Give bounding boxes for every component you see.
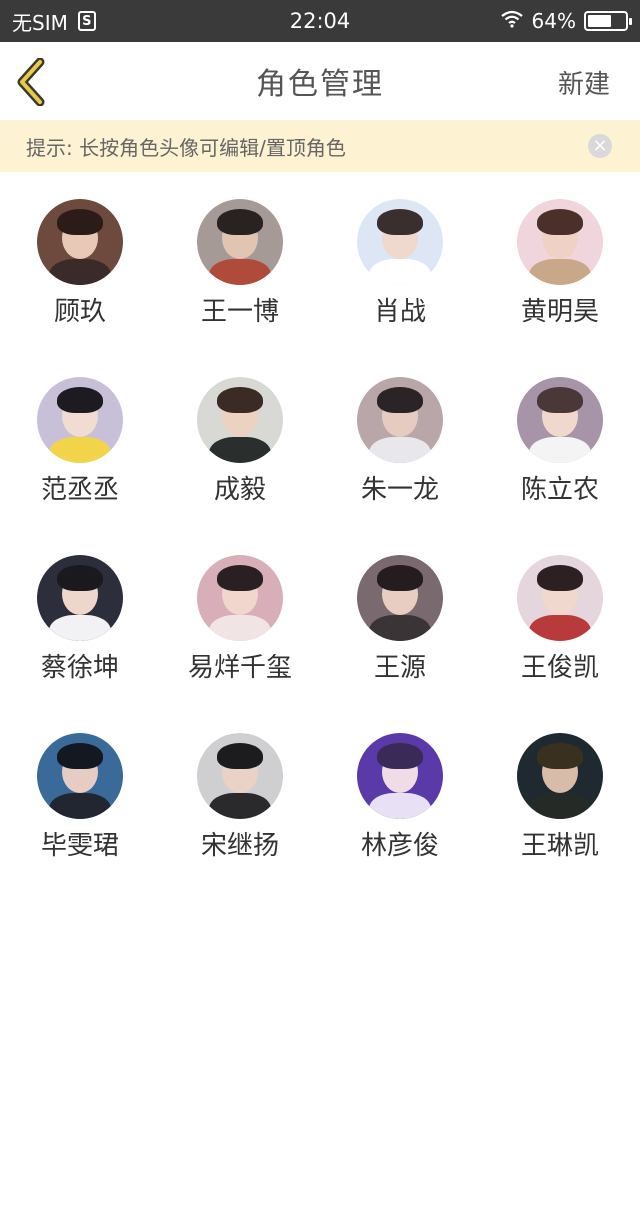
role-item[interactable]: 林彦俊 [320, 706, 480, 876]
role-name: 蔡徐坤 [40, 653, 119, 683]
avatar-hair [377, 387, 423, 413]
avatar[interactable] [37, 733, 123, 819]
role-item[interactable]: 肖战 [320, 172, 480, 342]
battery-icon [584, 11, 632, 31]
role-item[interactable]: 毕雯珺 [0, 706, 160, 876]
role-name: 毕雯珺 [40, 831, 119, 861]
avatar[interactable] [197, 199, 283, 285]
avatar-body [529, 259, 591, 285]
avatar-hair [537, 387, 583, 413]
wifi-icon [500, 9, 524, 33]
avatar-hair [377, 209, 423, 235]
avatar[interactable] [357, 199, 443, 285]
avatar[interactable] [197, 377, 283, 463]
role-item[interactable]: 王一博 [160, 172, 320, 342]
role-name: 范丞丞 [40, 475, 119, 505]
role-name: 顾玖 [53, 297, 106, 327]
avatar-body [369, 437, 431, 463]
new-role-button[interactable]: 新建 [558, 64, 610, 101]
role-name: 肖战 [373, 297, 426, 327]
avatar-hair [57, 209, 103, 235]
avatar-hair [537, 743, 583, 769]
tip-banner: 提示: 长按角色头像可编辑/置顶角色 × [0, 120, 640, 172]
avatar[interactable] [357, 377, 443, 463]
close-icon[interactable]: × [588, 134, 612, 158]
role-item[interactable]: 王俊凯 [480, 528, 640, 698]
back-button[interactable] [14, 57, 54, 107]
role-name: 王俊凯 [520, 653, 599, 683]
avatar[interactable] [197, 733, 283, 819]
role-item[interactable]: 陈立农 [480, 350, 640, 520]
avatar-hair [57, 387, 103, 413]
avatar-body [209, 615, 271, 641]
sim-icon: S [77, 11, 96, 31]
avatar[interactable] [37, 555, 123, 641]
avatar[interactable] [517, 555, 603, 641]
role-name: 成毅 [213, 475, 266, 505]
avatar-body [529, 793, 591, 819]
avatar[interactable] [517, 377, 603, 463]
role-name: 宋继扬 [200, 831, 279, 861]
avatar[interactable] [517, 733, 603, 819]
avatar-hair [217, 565, 263, 591]
avatar-hair [217, 209, 263, 235]
avatar-body [369, 793, 431, 819]
role-name: 王源 [373, 653, 426, 683]
avatar-body [49, 437, 111, 463]
tip-text: 提示: 长按角色头像可编辑/置顶角色 [26, 135, 346, 160]
avatar-body [369, 259, 431, 285]
avatar-body [529, 615, 591, 641]
avatar-body [369, 615, 431, 641]
avatar[interactable] [357, 733, 443, 819]
avatar-body [209, 259, 271, 285]
role-name: 王一博 [200, 297, 279, 327]
status-bar: 无SIM S 22:04 64% [0, 0, 640, 42]
role-name: 朱一龙 [360, 475, 439, 505]
avatar[interactable] [37, 377, 123, 463]
avatar-hair [537, 209, 583, 235]
role-item[interactable]: 黄明昊 [480, 172, 640, 342]
chevron-left-icon [14, 57, 54, 110]
avatar[interactable] [357, 555, 443, 641]
avatar-body [49, 615, 111, 641]
carrier-label: 无SIM [12, 10, 68, 35]
avatar-body [209, 437, 271, 463]
avatar-hair [57, 565, 103, 591]
avatar-hair [57, 743, 103, 769]
role-item[interactable]: 王源 [320, 528, 480, 698]
avatar[interactable] [37, 199, 123, 285]
avatar-body [529, 437, 591, 463]
role-item[interactable]: 宋继扬 [160, 706, 320, 876]
avatar-hair [377, 565, 423, 591]
avatar[interactable] [517, 199, 603, 285]
status-right: 64% [500, 9, 632, 33]
avatar-body [49, 793, 111, 819]
role-item[interactable]: 朱一龙 [320, 350, 480, 520]
role-name: 易烊千玺 [187, 653, 292, 683]
avatar-body [209, 793, 271, 819]
role-item[interactable]: 王琳凯 [480, 706, 640, 876]
role-name: 黄明昊 [520, 297, 599, 327]
role-name: 林彦俊 [360, 831, 439, 861]
nav-bar: 角色管理 新建 [0, 42, 640, 120]
avatar-hair [537, 565, 583, 591]
status-left: 无SIM S [12, 7, 96, 36]
avatar-hair [217, 743, 263, 769]
role-name: 王琳凯 [520, 831, 599, 861]
battery-percent: 64% [531, 9, 576, 33]
role-item[interactable]: 蔡徐坤 [0, 528, 160, 698]
avatar-hair [377, 743, 423, 769]
battery-fill [588, 15, 612, 27]
avatar[interactable] [197, 555, 283, 641]
role-item[interactable]: 范丞丞 [0, 350, 160, 520]
role-item[interactable]: 成毅 [160, 350, 320, 520]
avatar-hair [217, 387, 263, 413]
role-name: 陈立农 [520, 475, 599, 505]
role-item[interactable]: 易烊千玺 [160, 528, 320, 698]
page-title: 角色管理 [256, 67, 384, 102]
role-item[interactable]: 顾玖 [0, 172, 160, 342]
avatar-body [49, 259, 111, 285]
